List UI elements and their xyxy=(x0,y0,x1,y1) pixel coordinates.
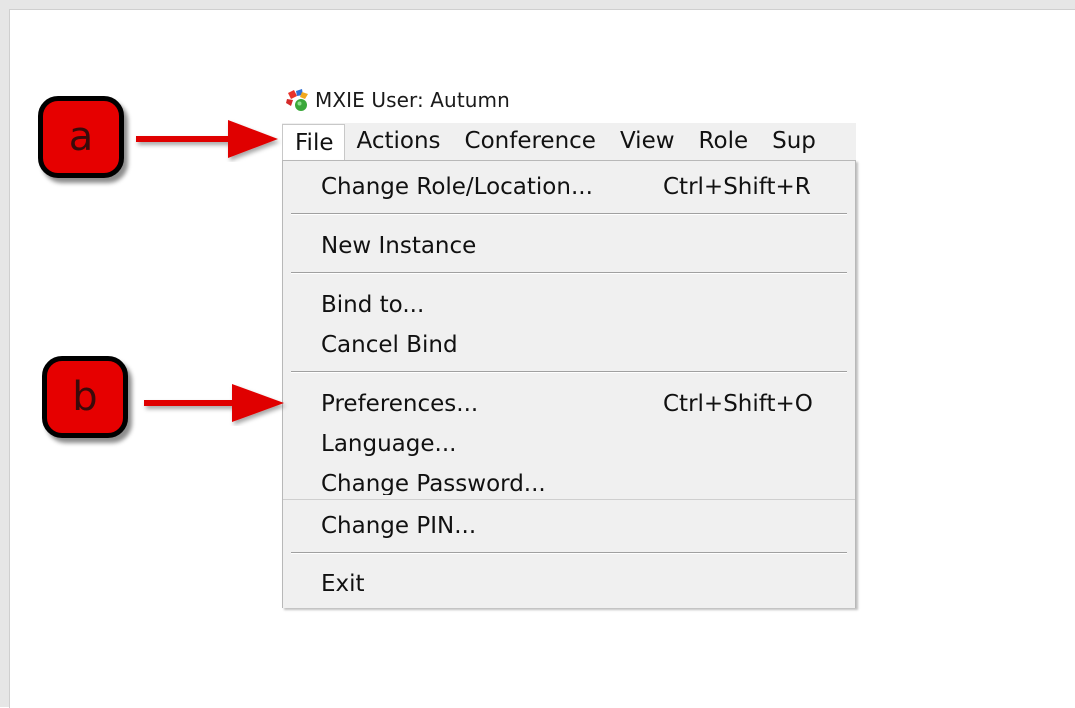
menu-item-label: Preferences... xyxy=(321,391,479,417)
menu-item-label: Exit xyxy=(321,571,365,597)
menu-item-label: New Instance xyxy=(321,233,477,259)
menu-actions[interactable]: Actions xyxy=(345,123,453,160)
menu-view[interactable]: View xyxy=(608,123,687,160)
menu-separator xyxy=(291,371,847,373)
menu-item-shortcut: Ctrl+Shift+R xyxy=(663,174,811,200)
window-titlebar: MXIE User: Autumn xyxy=(285,86,510,114)
menu-separator xyxy=(291,213,847,215)
menu-item-change-password[interactable]: Change Password... xyxy=(321,467,835,495)
menu-item-bind-to[interactable]: Bind to... xyxy=(321,285,835,325)
menu-item-label: Change PIN... xyxy=(321,513,477,539)
menu-item-preferences[interactable]: Preferences... Ctrl+Shift+O xyxy=(321,384,835,424)
menu-item-label: Cancel Bind xyxy=(321,332,458,358)
menu-item-language[interactable]: Language... xyxy=(321,424,835,464)
menu-item-new-instance[interactable]: New Instance xyxy=(321,226,835,266)
menu-support[interactable]: Sup xyxy=(760,123,828,160)
menu-conference[interactable]: Conference xyxy=(453,123,608,160)
callout-arrow-icon xyxy=(144,384,284,422)
menu-item-cancel-bind[interactable]: Cancel Bind xyxy=(321,325,835,365)
menubar: File Actions Conference View Role Sup xyxy=(282,123,856,160)
mxie-app-icon xyxy=(285,87,311,113)
file-menu-dropdown: Change Role/Location... Ctrl+Shift+R New… xyxy=(282,160,856,608)
menu-item-exit[interactable]: Exit xyxy=(321,564,835,604)
menu-item-label: Bind to... xyxy=(321,292,425,318)
menu-separator xyxy=(291,272,847,274)
menu-lower-section: Change PIN... Exit xyxy=(283,499,855,608)
menu-item-label: Change Password... xyxy=(321,471,546,495)
callout-arrow-icon xyxy=(136,120,278,158)
window-title: MXIE User: Autumn xyxy=(315,88,510,112)
menu-item-label: Change Role/Location... xyxy=(321,174,593,200)
menu-file[interactable]: File xyxy=(282,123,345,160)
callout-b: b xyxy=(42,356,128,438)
menu-item-change-role[interactable]: Change Role/Location... Ctrl+Shift+R xyxy=(321,167,835,207)
menu-separator xyxy=(291,552,847,554)
menu-role[interactable]: Role xyxy=(687,123,761,160)
menu-item-change-pin[interactable]: Change PIN... xyxy=(321,506,835,546)
menu-item-label: Language... xyxy=(321,431,457,457)
callout-a: a xyxy=(38,96,124,178)
menu-item-shortcut: Ctrl+Shift+O xyxy=(663,391,813,417)
